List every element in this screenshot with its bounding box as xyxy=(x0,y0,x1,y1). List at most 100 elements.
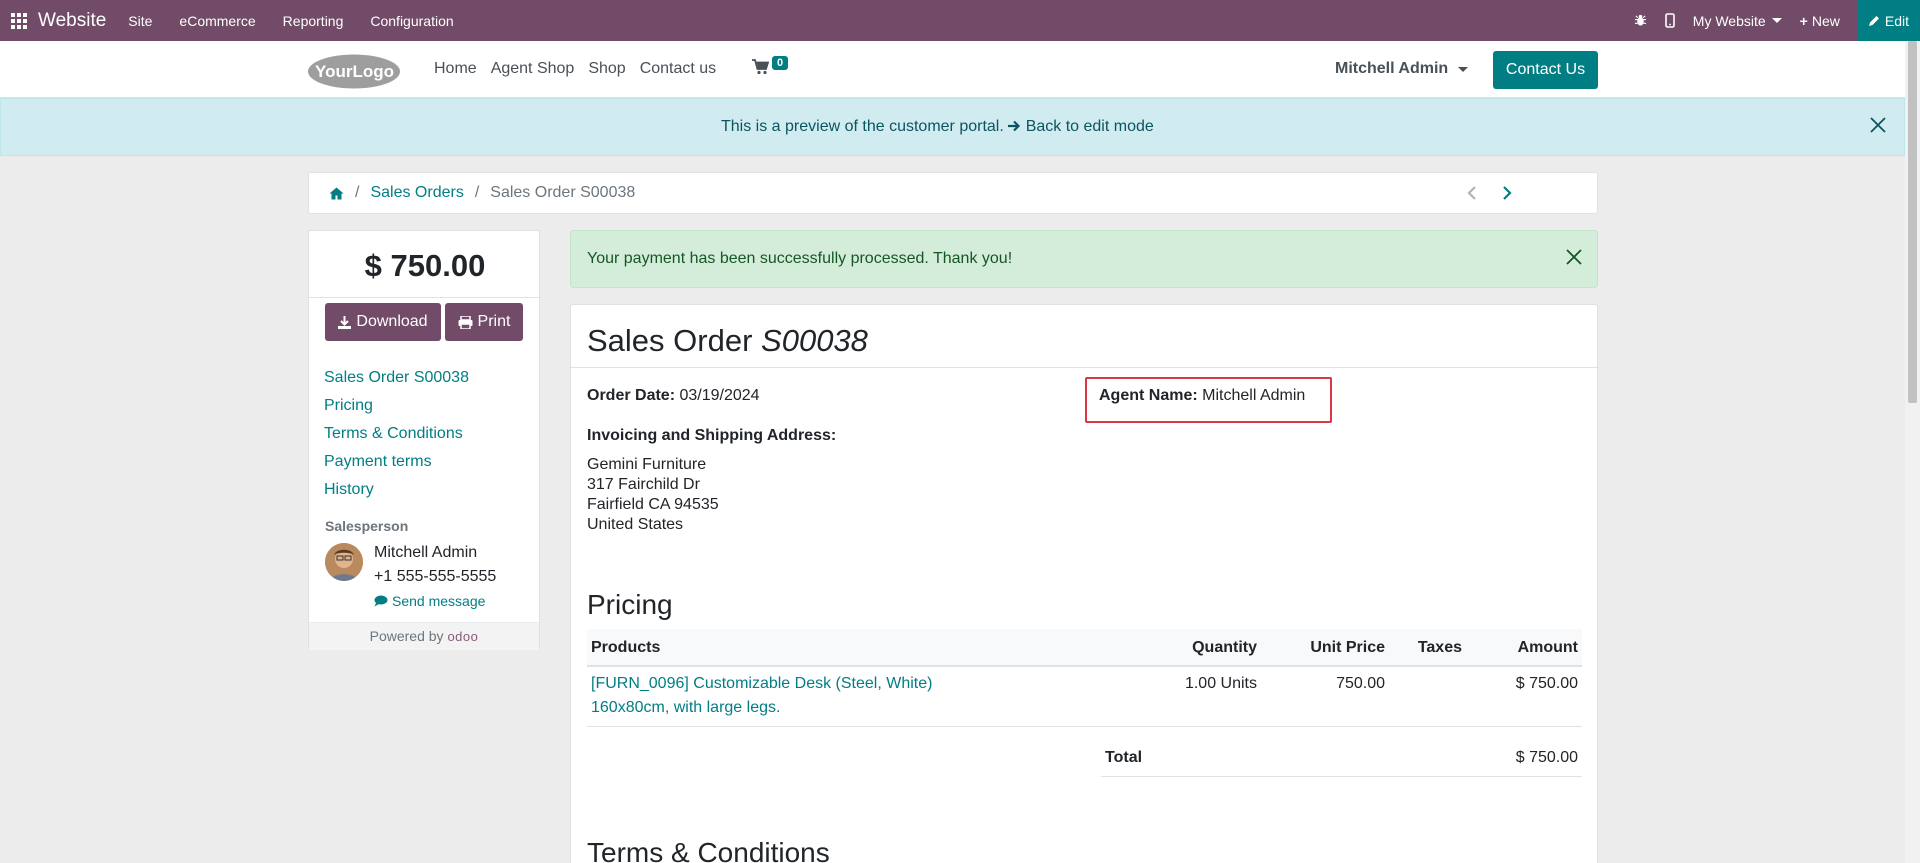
apps-menu-button[interactable] xyxy=(0,0,38,41)
edit-button[interactable]: Edit xyxy=(1857,0,1920,41)
line-amount: $ 750.00 xyxy=(1515,675,1578,692)
nav-agent-shop[interactable]: Agent Shop xyxy=(491,60,575,78)
print-label: Print xyxy=(477,313,511,330)
order-date-value: 03/19/2024 xyxy=(679,387,760,404)
close-icon[interactable] xyxy=(1565,248,1583,266)
print-button[interactable]: Print xyxy=(445,303,523,341)
odoo-logo[interactable]: odoo xyxy=(447,629,478,644)
mobile-preview-button[interactable] xyxy=(1664,13,1675,28)
home-icon[interactable] xyxy=(329,187,344,200)
order-card: Sales Order S00038 Order Date: 03/19/202… xyxy=(570,304,1598,863)
address-block: Gemini Furniture 317 Fairchild Dr Fairfi… xyxy=(587,456,719,533)
sidebar-nav: Sales Order S00038 Pricing Terms & Condi… xyxy=(324,364,469,504)
scrollbar-thumb[interactable] xyxy=(1908,41,1917,403)
address-label: Invoicing and Shipping Address: xyxy=(587,427,837,444)
powered-by-text: Powered by xyxy=(369,628,444,644)
send-message-link[interactable]: Send message xyxy=(374,593,485,609)
order-date: Order Date: 03/19/2024 xyxy=(587,387,760,404)
menu-configuration[interactable]: Configuration xyxy=(370,13,453,29)
bug-icon xyxy=(1634,14,1646,26)
table-row: [FURN_0096] Customizable Desk (Steel, Wh… xyxy=(587,667,1582,727)
salesperson-phone: +1 555-555-5555 xyxy=(374,568,497,585)
col-unit-price: Unit Price xyxy=(1310,639,1385,656)
agent-name-value: Mitchell Admin xyxy=(1202,387,1306,404)
pricing-heading: Pricing xyxy=(587,589,673,620)
breadcrumb: / Sales Orders / Sales Order S00038 xyxy=(308,172,1598,214)
edit-label: Edit xyxy=(1884,12,1909,29)
sidebar-link-terms[interactable]: Terms & Conditions xyxy=(324,420,469,448)
download-label: Download xyxy=(356,313,428,330)
download-button[interactable]: Download xyxy=(325,303,441,341)
menu-site[interactable]: Site xyxy=(128,13,152,29)
order-reference: S00038 xyxy=(761,323,868,358)
sidebar-link-sales-order[interactable]: Sales Order S00038 xyxy=(324,364,469,392)
site-header: YourLogo Home Agent Shop Shop Contact us… xyxy=(0,41,1905,98)
cart-icon[interactable] xyxy=(752,59,769,75)
breadcrumb-current: Sales Order S00038 xyxy=(490,184,636,201)
app-brand[interactable]: Website xyxy=(38,10,106,32)
sidebar-link-pricing[interactable]: Pricing xyxy=(324,392,469,420)
page-title: Sales Order S00038 xyxy=(587,323,868,358)
agent-name: Agent Name: Mitchell Admin xyxy=(1099,387,1306,404)
back-to-edit-label: Back to edit mode xyxy=(1025,118,1154,135)
site-logo[interactable]: YourLogo xyxy=(307,53,401,90)
col-amount: Amount xyxy=(1517,639,1578,656)
col-taxes: Taxes xyxy=(1417,639,1462,656)
send-message-label: Send message xyxy=(392,593,486,609)
order-amount: $ 750.00 xyxy=(364,248,486,283)
website-switcher-label: My Website xyxy=(1692,12,1766,29)
col-quantity: Quantity xyxy=(1192,639,1257,656)
product-link-desc[interactable]: 160x80cm, with large legs. xyxy=(591,699,780,717)
pencil-icon xyxy=(1868,15,1879,26)
salesperson-label: Salesperson xyxy=(325,518,409,534)
total-amount: $ 750.00 xyxy=(1515,749,1578,766)
nav-shop[interactable]: Shop xyxy=(588,60,625,78)
menu-ecommerce[interactable]: eCommerce xyxy=(179,13,255,29)
mobile-icon xyxy=(1664,13,1675,28)
page-scrollbar[interactable] xyxy=(1905,41,1920,863)
chevron-down-icon xyxy=(1458,66,1469,72)
user-menu[interactable]: Mitchell Admin xyxy=(1335,60,1469,78)
powered-by: Powered by odoo xyxy=(309,622,539,650)
arrow-right-icon xyxy=(1008,120,1021,132)
comment-icon xyxy=(374,595,388,607)
chevron-right-icon[interactable] xyxy=(1502,185,1512,201)
chevron-left-icon[interactable] xyxy=(1467,185,1477,201)
download-icon xyxy=(338,315,352,329)
nav-contact-us[interactable]: Contact us xyxy=(640,60,716,78)
menu-reporting[interactable]: Reporting xyxy=(283,13,344,29)
salesperson-name: Mitchell Admin xyxy=(374,544,478,561)
preview-text: This is a preview of the customer portal… xyxy=(721,118,1004,135)
print-icon xyxy=(458,315,473,329)
total-row: Total $ 750.00 xyxy=(1101,735,1582,777)
admin-navbar: Website Site eCommerce Reporting Configu… xyxy=(0,0,1920,41)
debug-button[interactable] xyxy=(1634,14,1647,27)
total-label: Total xyxy=(1105,749,1143,766)
sidebar-link-history[interactable]: History xyxy=(324,476,469,504)
terms-heading: Terms & Conditions xyxy=(587,837,830,863)
payment-success-alert: Your payment has been successfully proce… xyxy=(570,230,1598,288)
website-switcher[interactable]: My Website xyxy=(1693,13,1782,29)
new-label: New xyxy=(1811,12,1840,29)
contact-us-button[interactable]: Contact Us xyxy=(1493,51,1598,89)
cart-count-badge: 0 xyxy=(772,56,789,70)
avatar xyxy=(325,543,363,581)
sidebar-link-payment-terms[interactable]: Payment terms xyxy=(324,448,469,476)
close-icon[interactable] xyxy=(1869,116,1887,134)
breadcrumb-sales-orders[interactable]: Sales Orders xyxy=(370,184,463,202)
apps-grid-icon xyxy=(11,12,27,29)
line-unit-price: 750.00 xyxy=(1336,675,1385,692)
user-name: Mitchell Admin xyxy=(1335,60,1449,77)
col-products: Products xyxy=(591,639,661,656)
payment-success-text: Your payment has been successfully proce… xyxy=(587,250,1013,267)
product-link[interactable]: [FURN_0096] Customizable Desk (Steel, Wh… xyxy=(591,675,932,693)
back-to-edit-link[interactable]: Back to edit mode xyxy=(1008,118,1154,135)
order-sidebar: $ 750.00 Download Print Sales Order S000… xyxy=(308,230,541,650)
new-button[interactable]: + New xyxy=(1800,13,1840,29)
nav-home[interactable]: Home xyxy=(434,60,477,78)
main-nav: Home Agent Shop Shop Contact us xyxy=(434,60,730,78)
table-header: Products Quantity Unit Price Taxes Amoun… xyxy=(587,629,1582,667)
portal-preview-banner: This is a preview of the customer portal… xyxy=(0,98,1905,156)
chevron-down-icon xyxy=(1771,18,1782,23)
logo-text: YourLogo xyxy=(315,62,394,81)
